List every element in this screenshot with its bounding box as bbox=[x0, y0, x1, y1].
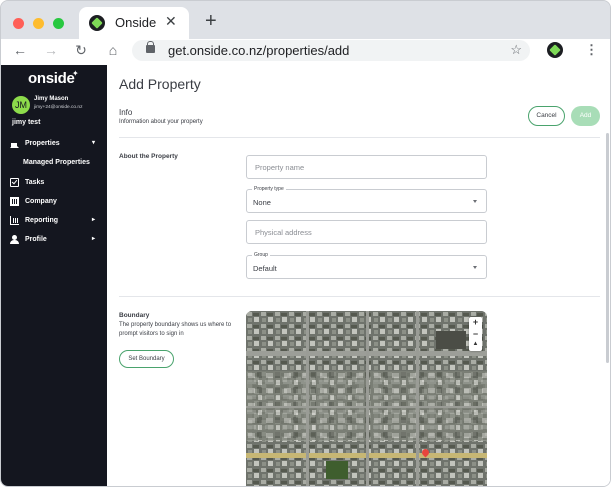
chart-icon bbox=[10, 216, 19, 225]
checkbox-icon bbox=[10, 178, 19, 187]
divider bbox=[119, 296, 600, 297]
chevron-right-icon: ▸ bbox=[92, 236, 96, 242]
app-root: onside ✦ JM Jimy Mason jimy+24@onside.co… bbox=[1, 65, 610, 486]
about-section-label: About the Property bbox=[119, 153, 178, 160]
group-value: Default bbox=[253, 264, 277, 273]
organization-name[interactable]: jimy test bbox=[12, 119, 40, 126]
user-email: jimy+24@onside.co.nz bbox=[34, 105, 83, 110]
back-arrow-icon[interactable]: ← bbox=[11, 42, 29, 58]
sidebar-item-label: Profile bbox=[25, 236, 47, 243]
page-scrollbar[interactable] bbox=[606, 133, 609, 363]
info-section-title: Info bbox=[119, 108, 133, 117]
sidebar-item-label: Properties bbox=[25, 140, 60, 147]
boundary-section-label: Boundary bbox=[119, 312, 150, 319]
onside-logo[interactable]: onside bbox=[28, 70, 75, 87]
property-type-value: None bbox=[253, 198, 271, 207]
bookmark-star-icon[interactable]: ☆ bbox=[510, 42, 522, 58]
browser-menu-icon[interactable]: ⋮ bbox=[585, 42, 598, 58]
chevron-right-icon: ▸ bbox=[92, 217, 96, 223]
url-text[interactable]: get.onside.co.nz/properties/add bbox=[168, 43, 349, 58]
browser-toolbar: ← → ↻ ⌂ get.onside.co.nz/properties/add … bbox=[1, 39, 610, 65]
person-icon bbox=[10, 235, 19, 244]
main-content: Add Property Info Information about your… bbox=[107, 65, 610, 486]
browser-tab[interactable]: Onside ✕ bbox=[79, 7, 189, 39]
sidebar-item-company[interactable]: Company bbox=[1, 195, 107, 209]
address-bar[interactable]: get.onside.co.nz/properties/add ☆ bbox=[132, 40, 530, 61]
property-name-field[interactable]: Property name bbox=[246, 155, 487, 179]
boundary-description: The property boundary shows us where to … bbox=[119, 322, 232, 337]
set-boundary-button[interactable]: Set Boundary bbox=[119, 350, 174, 368]
sidebar-item-managed-properties[interactable]: Managed Properties bbox=[23, 159, 90, 166]
maximize-window-button[interactable] bbox=[53, 18, 64, 29]
property-type-select[interactable]: Property type None bbox=[246, 186, 487, 213]
property-type-label: Property type bbox=[252, 186, 286, 192]
tab-close-icon[interactable]: ✕ bbox=[165, 13, 177, 30]
sidebar-item-reporting[interactable]: Reporting ▸ bbox=[1, 214, 107, 228]
reload-icon[interactable]: ↻ bbox=[72, 42, 90, 59]
tab-title: Onside bbox=[115, 15, 157, 30]
info-section-subtitle: Information about your property bbox=[119, 119, 203, 125]
group-label: Group bbox=[252, 252, 270, 258]
satellite-map[interactable]: + − ▲ bbox=[246, 311, 487, 486]
onside-favicon-icon bbox=[89, 15, 105, 31]
sidebar-item-label: Reporting bbox=[25, 217, 59, 224]
dropdown-caret-icon bbox=[473, 200, 477, 203]
sidebar-item-tasks[interactable]: Tasks bbox=[1, 176, 107, 190]
zoom-in-button[interactable]: + bbox=[469, 317, 482, 327]
chevron-down-icon: ▾ bbox=[92, 140, 96, 146]
physical-address-field[interactable]: Physical address bbox=[246, 220, 487, 244]
map-imagery bbox=[246, 311, 487, 486]
logo-spark-icon: ✦ bbox=[72, 69, 79, 78]
forward-arrow-icon[interactable]: → bbox=[42, 42, 60, 58]
sidebar: onside ✦ JM Jimy Mason jimy+24@onside.co… bbox=[1, 65, 107, 486]
sidebar-item-label: Company bbox=[25, 198, 57, 205]
onside-extension-icon[interactable] bbox=[547, 42, 563, 58]
lock-icon[interactable] bbox=[146, 41, 155, 53]
add-button[interactable]: Add bbox=[571, 106, 600, 126]
map-zoom-controls: + − ▲ bbox=[469, 317, 482, 351]
sidebar-item-label: Tasks bbox=[25, 179, 45, 186]
new-tab-button[interactable]: + bbox=[205, 10, 217, 33]
tab-strip: Onside ✕ + bbox=[1, 1, 610, 39]
browser-window: Onside ✕ + ← → ↻ ⌂ get.onside.co.nz/prop… bbox=[0, 0, 611, 487]
user-name: Jimy Mason bbox=[34, 96, 69, 102]
property-name-placeholder: Property name bbox=[255, 163, 305, 172]
zoom-out-button[interactable]: − bbox=[469, 329, 482, 339]
home-icon[interactable]: ⌂ bbox=[104, 42, 122, 58]
divider bbox=[119, 137, 600, 138]
group-select[interactable]: Group Default bbox=[246, 252, 487, 279]
sidebar-item-properties[interactable]: Properties ▾ bbox=[1, 137, 107, 151]
sidebar-item-profile[interactable]: Profile ▸ bbox=[1, 233, 107, 247]
home-icon-body bbox=[11, 143, 17, 147]
building-icon bbox=[10, 197, 19, 206]
cancel-button[interactable]: Cancel bbox=[528, 106, 565, 126]
avatar[interactable]: JM bbox=[12, 96, 30, 114]
close-window-button[interactable] bbox=[13, 18, 24, 29]
compass-icon[interactable]: ▲ bbox=[469, 341, 482, 347]
minimize-window-button[interactable] bbox=[33, 18, 44, 29]
physical-address-placeholder: Physical address bbox=[255, 228, 312, 237]
dropdown-caret-icon bbox=[473, 266, 477, 269]
page-title: Add Property bbox=[119, 76, 201, 92]
